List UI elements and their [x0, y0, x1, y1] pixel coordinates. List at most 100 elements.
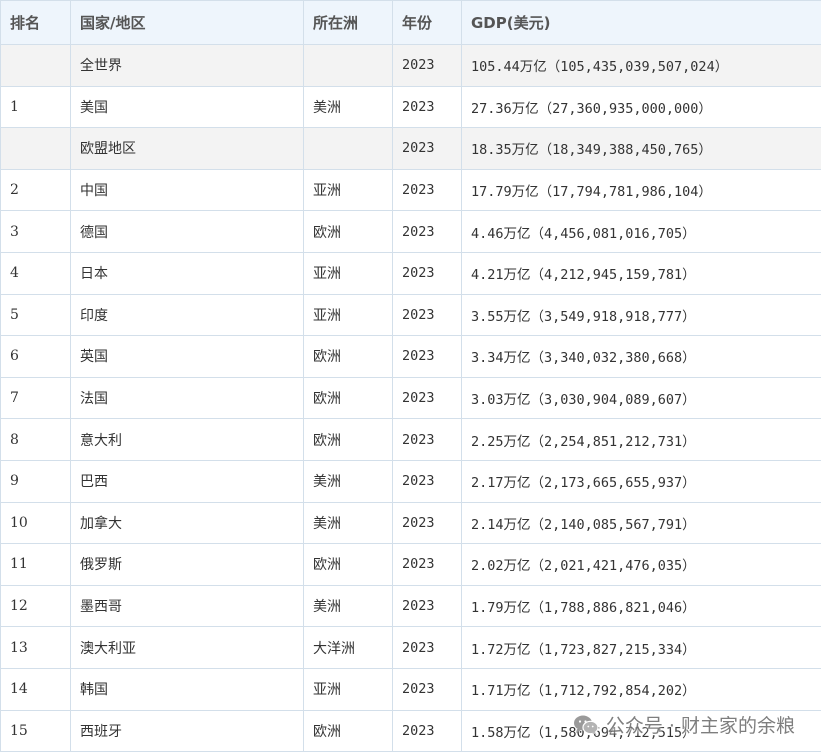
- table-row: 7 法国 欧洲 2023 3.03万亿（3,030,904,089,607）: [0, 376, 821, 420]
- cell-rank: 7: [0, 376, 71, 420]
- table-row: 全世界 2023 105.44万亿（105,435,039,507,024）: [0, 44, 821, 87]
- cell-gdp: 3.03万亿（3,030,904,089,607）: [461, 376, 821, 420]
- cell-gdp: 1.72万亿（1,723,827,215,334）: [461, 626, 821, 669]
- cell-gdp: 4.21万亿（4,212,945,159,781）: [461, 251, 821, 295]
- cell-rank: 5: [0, 293, 71, 337]
- table-row: 11 俄罗斯 欧洲 2023 2.02万亿（2,021,421,476,035）: [0, 543, 821, 586]
- cell-year: 2023: [392, 459, 462, 503]
- table-row: 欧盟地区 2023 18.35万亿（18,349,388,450,765）: [0, 127, 821, 170]
- cell-gdp: 2.25万亿（2,254,851,212,731）: [461, 418, 821, 461]
- wechat-icon: [573, 714, 599, 736]
- cell-country: 中国: [70, 168, 304, 212]
- cell-gdp: 1.79万亿（1,788,886,821,046）: [461, 584, 821, 628]
- cell-country: 西班牙: [70, 709, 304, 753]
- table-body: 全世界 2023 105.44万亿（105,435,039,507,024） 1 美国美…: [0, 44, 821, 753]
- table-row: 9 巴西 美洲 2023 2.17万亿（2,173,665,655,937）: [0, 459, 821, 503]
- cell-gdp: 18.35万亿（18,349,388,450,765）: [461, 127, 821, 170]
- watermark: 公众号 · 财主家的余粮: [573, 711, 795, 738]
- cell-rank: 1: [0, 85, 71, 129]
- cell-continent: 欧洲: [303, 376, 393, 420]
- cell-gdp: 3.34万亿（3,340,032,380,668）: [461, 335, 821, 378]
- cell-country: 加拿大: [70, 501, 304, 545]
- header-country[interactable]: 国家/地区: [70, 0, 304, 45]
- cell-gdp: 2.02万亿（2,021,421,476,035）: [461, 543, 821, 586]
- cell-gdp: 1.71万亿（1,712,792,854,202）: [461, 667, 821, 711]
- cell-continent: 大洋洲: [303, 626, 393, 669]
- cell-rank: 8: [0, 418, 71, 461]
- table-row: 12 墨西哥 美洲 2023 1.79万亿（1,788,886,821,046）: [0, 584, 821, 628]
- table-row: 8 意大利 欧洲 2023 2.25万亿（2,254,851,212,731）: [0, 418, 821, 461]
- cell-year: 2023: [392, 626, 462, 669]
- table-row: 13 澳大利亚 大洋洲 2023 1.72万亿（1,723,827,215,334）: [0, 626, 821, 669]
- cell-country: 全世界: [70, 44, 304, 87]
- cell-rank: 14: [0, 667, 71, 711]
- cell-gdp: 2.14万亿（2,140,085,567,791）: [461, 501, 821, 545]
- cell-rank: 10: [0, 501, 71, 545]
- cell-rank: [0, 127, 71, 170]
- cell-rank: 13: [0, 626, 71, 669]
- cell-year: 2023: [392, 584, 462, 628]
- cell-rank: 12: [0, 584, 71, 628]
- cell-continent: 欧洲: [303, 709, 393, 753]
- table-row: 10 加拿大 美洲 2023 2.14万亿（2,140,085,567,791）: [0, 501, 821, 545]
- cell-country: 欧盟地区: [70, 127, 304, 170]
- cell-gdp: 2.17万亿（2,173,665,655,937）: [461, 459, 821, 503]
- header-rank[interactable]: 排名: [0, 0, 71, 45]
- cell-country: 日本: [70, 251, 304, 295]
- cell-continent: 美洲: [303, 584, 393, 628]
- cell-year: 2023: [392, 709, 462, 753]
- cell-continent: [303, 127, 393, 170]
- cell-year: 2023: [392, 293, 462, 337]
- cell-gdp: 4.46万亿（4,456,081,016,705）: [461, 210, 821, 253]
- table-row: 6 英国 欧洲 2023 3.34万亿（3,340,032,380,668）: [0, 335, 821, 378]
- cell-continent: 亚洲: [303, 251, 393, 295]
- cell-year: 2023: [392, 418, 462, 461]
- cell-year: 2023: [392, 376, 462, 420]
- cell-year: 2023: [392, 44, 462, 87]
- header-gdp[interactable]: GDP(美元): [461, 0, 821, 45]
- cell-continent: 美洲: [303, 501, 393, 545]
- table-row: 4 日本 亚洲 2023 4.21万亿（4,212,945,159,781）: [0, 251, 821, 295]
- cell-rank: 6: [0, 335, 71, 378]
- watermark-text: 公众号 · 财主家的余粮: [605, 715, 795, 737]
- table-row: 14 韩国 亚洲 2023 1.71万亿（1,712,792,854,202）: [0, 667, 821, 711]
- cell-year: 2023: [392, 335, 462, 378]
- gdp-ranking-table: 排名 国家/地区 所在洲 年份 GDP(美元) 全世界 2023 105.44万亿（…: [0, 0, 821, 753]
- table-row: 1 美国 美洲 2023 27.36万亿（27,360,935,000,000）: [0, 85, 821, 129]
- cell-country: 法国: [70, 376, 304, 420]
- cell-gdp: 105.44万亿（105,435,039,507,024）: [461, 44, 821, 87]
- cell-rank: 4: [0, 251, 71, 295]
- cell-gdp: 17.79万亿（17,794,781,986,104）: [461, 168, 821, 212]
- cell-gdp: 3.55万亿（3,549,918,918,777）: [461, 293, 821, 337]
- header-continent[interactable]: 所在洲: [303, 0, 393, 45]
- cell-continent: 欧洲: [303, 543, 393, 586]
- header-year[interactable]: 年份: [392, 0, 462, 45]
- cell-country: 俄罗斯: [70, 543, 304, 586]
- cell-gdp: 27.36万亿（27,360,935,000,000）: [461, 85, 821, 129]
- cell-continent: 美洲: [303, 85, 393, 129]
- table-header-row: 排名 国家/地区 所在洲 年份 GDP(美元): [0, 0, 821, 45]
- table-row: 5 印度 亚洲 2023 3.55万亿（3,549,918,918,777）: [0, 293, 821, 337]
- cell-continent: 美洲: [303, 459, 393, 503]
- cell-year: 2023: [392, 127, 462, 170]
- cell-continent: 欧洲: [303, 335, 393, 378]
- cell-year: 2023: [392, 501, 462, 545]
- cell-country: 德国: [70, 210, 304, 253]
- cell-continent: 亚洲: [303, 168, 393, 212]
- cell-country: 韩国: [70, 667, 304, 711]
- cell-rank: 9: [0, 459, 71, 503]
- cell-country: 墨西哥: [70, 584, 304, 628]
- cell-country: 澳大利亚: [70, 626, 304, 669]
- cell-rank: 11: [0, 543, 71, 586]
- cell-country: 巴西: [70, 459, 304, 503]
- cell-continent: 欧洲: [303, 418, 393, 461]
- cell-rank: 3: [0, 210, 71, 253]
- cell-country: 英国: [70, 335, 304, 378]
- cell-rank: 2: [0, 168, 71, 212]
- table-row: 3 德国 欧洲 2023 4.46万亿（4,456,081,016,705）: [0, 210, 821, 253]
- cell-country: 意大利: [70, 418, 304, 461]
- cell-year: 2023: [392, 667, 462, 711]
- cell-year: 2023: [392, 85, 462, 129]
- cell-year: 2023: [392, 168, 462, 212]
- table-row: 2 中国 亚洲 2023 17.79万亿（17,794,781,986,104）: [0, 168, 821, 212]
